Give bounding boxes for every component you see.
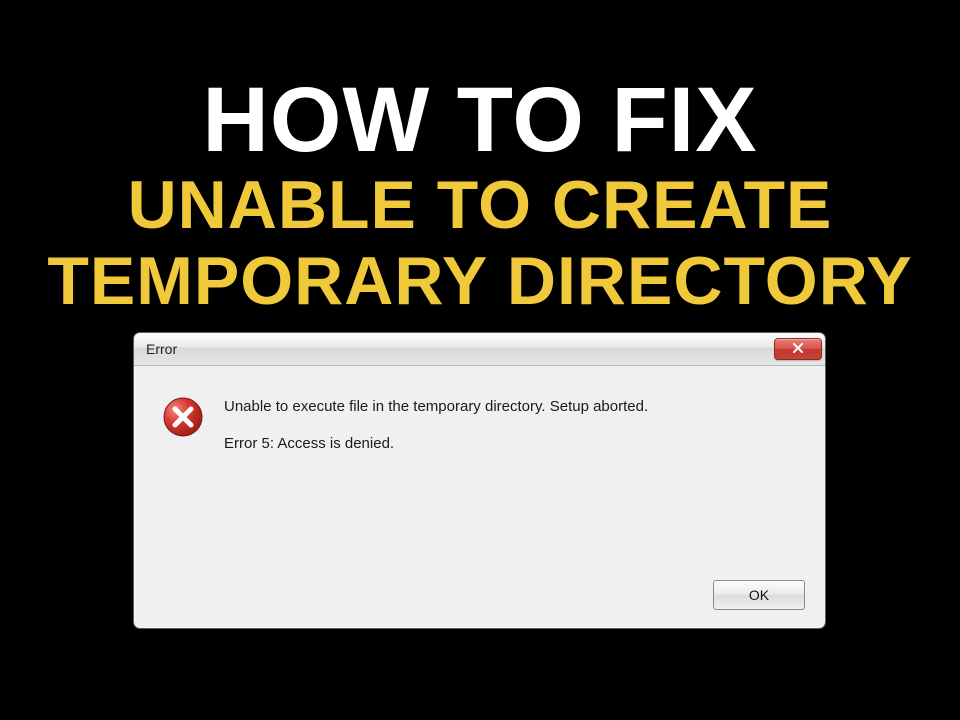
error-icon	[162, 396, 204, 438]
dialog-body: Unable to execute file in the temporary …	[134, 366, 825, 454]
ok-button[interactable]: OK	[713, 580, 805, 610]
dialog-message: Unable to execute file in the temporary …	[224, 396, 648, 454]
dialog-title: Error	[146, 341, 177, 357]
dialog-message-line2: Error 5: Access is denied.	[224, 433, 648, 454]
headline-line1: HOW TO FIX	[0, 75, 960, 165]
headline-block: HOW TO FIX UNABLE TO CREATE TEMPORARY DI…	[0, 75, 960, 316]
close-icon	[792, 341, 804, 357]
close-button[interactable]	[774, 338, 822, 360]
headline-line2: UNABLE TO CREATE	[0, 171, 960, 240]
dialog-button-row: OK	[713, 580, 805, 610]
ok-button-label: OK	[749, 587, 769, 603]
dialog-message-line1: Unable to execute file in the temporary …	[224, 396, 648, 417]
error-dialog: Error Un	[133, 332, 826, 629]
dialog-titlebar: Error	[134, 333, 825, 366]
headline-line3: TEMPORARY DIRECTORY	[0, 247, 960, 316]
